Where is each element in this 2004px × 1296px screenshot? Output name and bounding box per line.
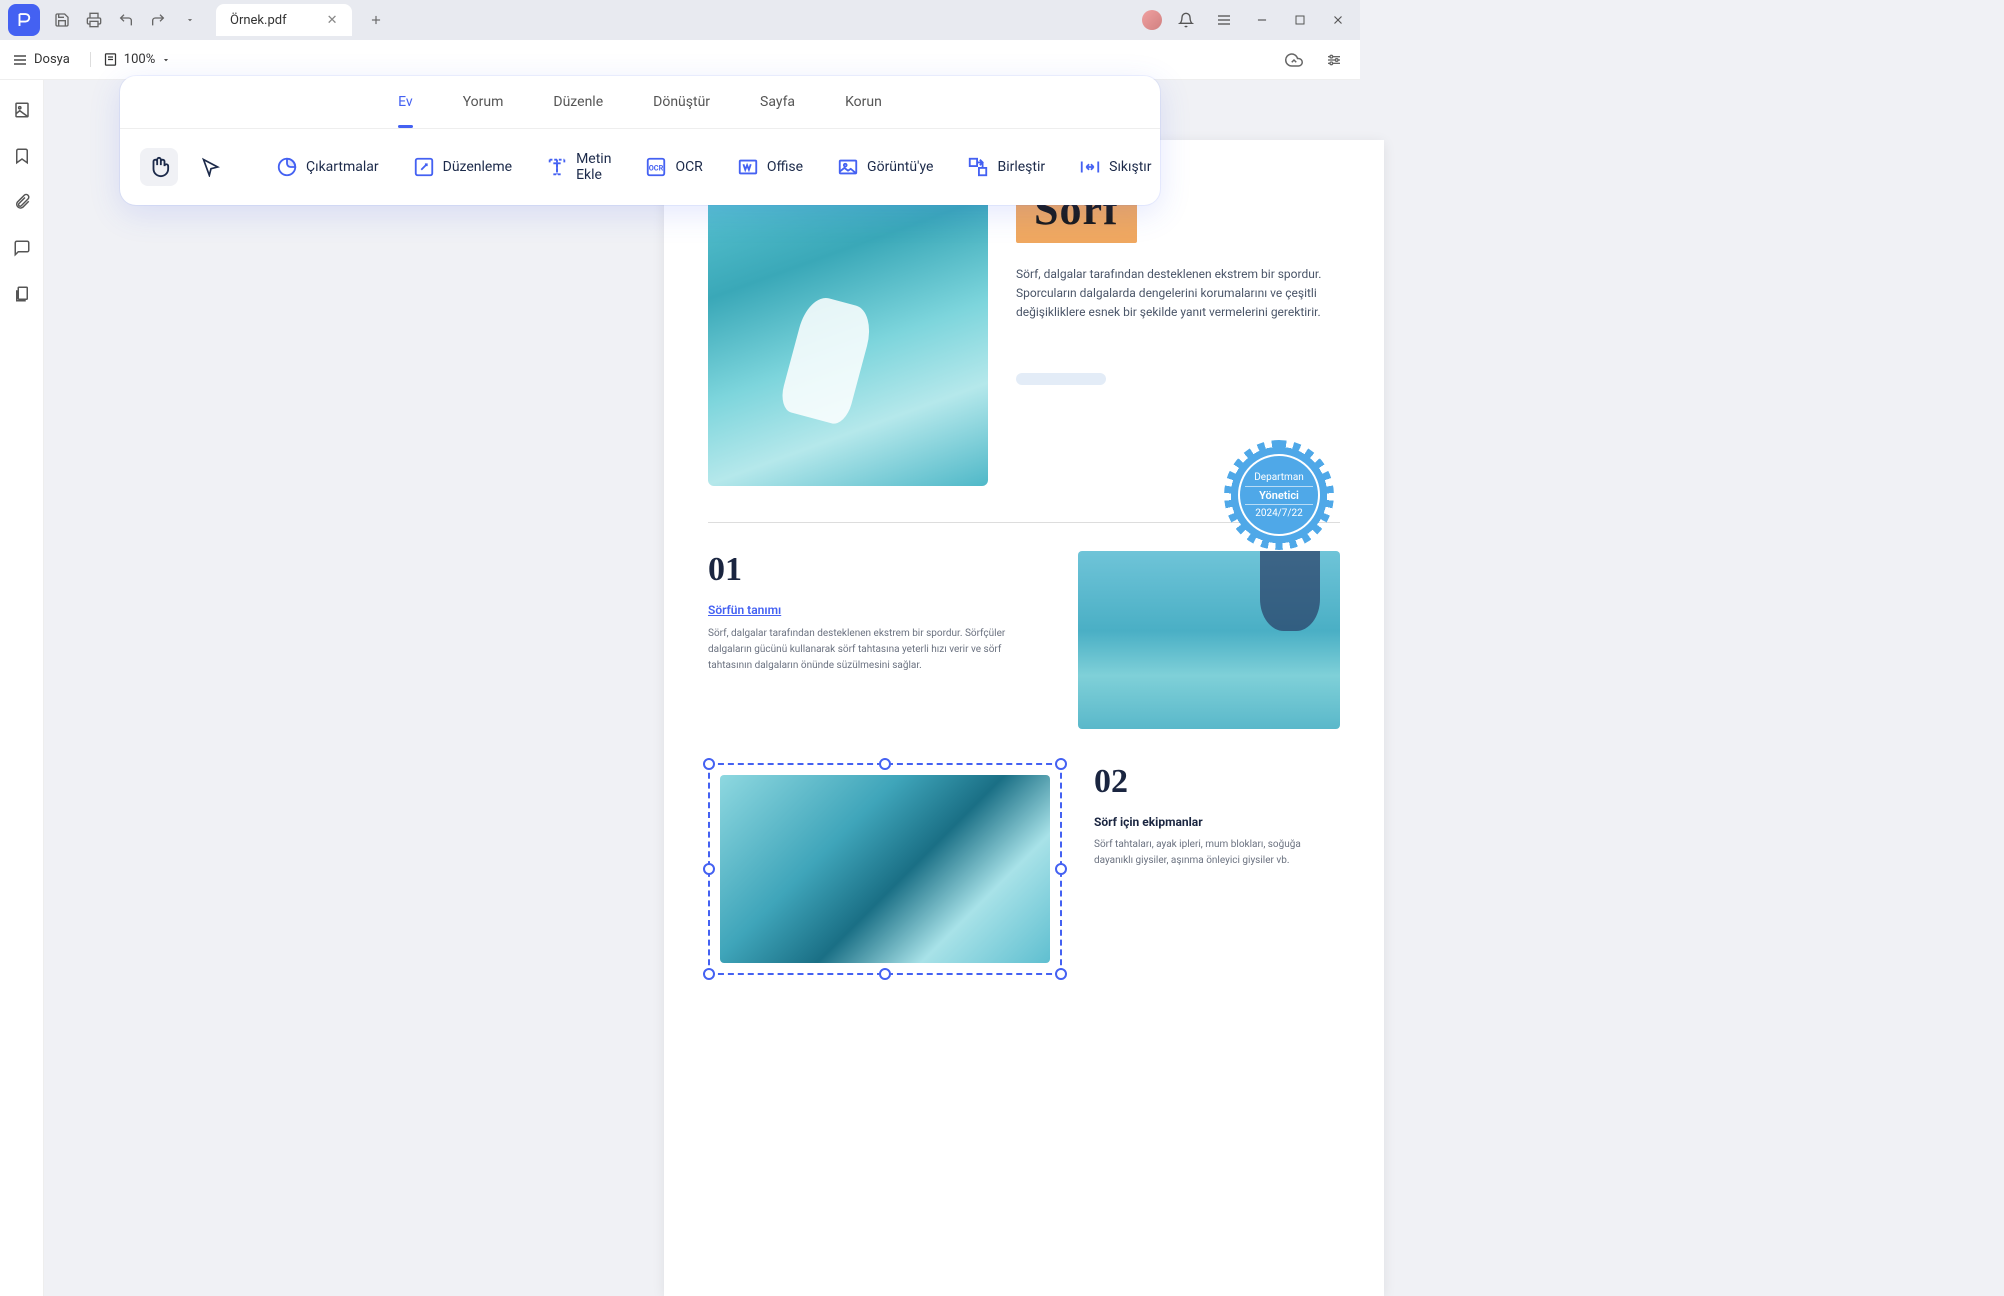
tool-label: Metin Ekle <box>576 151 611 183</box>
image-selection-box[interactable] <box>708 763 1062 975</box>
new-tab-button[interactable] <box>360 4 392 36</box>
redo-icon[interactable] <box>144 6 172 34</box>
compress-button[interactable]: Sıkıştır <box>1069 150 1161 184</box>
ribbon-tab-comment[interactable]: Yorum <box>463 94 504 114</box>
to-image-button[interactable]: Görüntü'ye <box>827 150 943 184</box>
section-subtitle[interactable]: Sörf için ekipmanlar <box>1094 815 1340 829</box>
cloud-sync-icon[interactable] <box>1280 46 1308 74</box>
resize-handle-tl[interactable] <box>703 758 715 770</box>
maximize-window-icon[interactable] <box>1286 6 1314 34</box>
signature-placeholder[interactable] <box>1016 373 1106 385</box>
ribbon-tabs: Ev Yorum Düzenle Dönüştür Sayfa Korun <box>120 76 1160 129</box>
stamp-top: Departman <box>1254 472 1304 483</box>
comments-icon[interactable] <box>8 234 36 262</box>
print-icon[interactable] <box>80 6 108 34</box>
tool-label: Görüntü'ye <box>867 159 933 175</box>
ribbon-panel: Ev Yorum Düzenle Dönüştür Sayfa Korun Çı… <box>120 76 1160 205</box>
tool-label: Offise <box>767 159 803 175</box>
minimize-window-icon[interactable] <box>1248 6 1276 34</box>
section-body[interactable]: Sörf tahtaları, ayak ipleri, mum bloklar… <box>1094 837 1340 869</box>
office-button[interactable]: Offise <box>727 150 813 184</box>
save-icon[interactable] <box>48 6 76 34</box>
tab-label: Örnek.pdf <box>230 13 287 28</box>
section-body[interactable]: Sörf, dalgalar tarafından desteklenen ek… <box>708 626 1008 674</box>
app-logo[interactable] <box>8 4 40 36</box>
tab-bar: Örnek.pdf ✕ <box>216 4 392 36</box>
section-link[interactable]: Sörfün tanımı <box>708 603 781 617</box>
pages-icon[interactable] <box>8 280 36 308</box>
attachments-icon[interactable] <box>8 188 36 216</box>
hamburger-menu-icon[interactable] <box>1210 6 1238 34</box>
pointer-tool-button[interactable] <box>192 148 230 186</box>
ocr-button[interactable]: OCR OCR <box>635 150 712 184</box>
svg-text:OCR: OCR <box>649 164 664 173</box>
side-rail <box>0 80 44 1296</box>
ribbon-tab-convert[interactable]: Dönüştür <box>653 94 710 114</box>
tool-label: Birleştir <box>997 159 1045 175</box>
resize-handle-mr[interactable] <box>1055 863 1067 875</box>
hero-image[interactable] <box>708 176 988 486</box>
section-number[interactable]: 01 <box>708 551 1046 589</box>
stamp-mid: Yönetici <box>1245 486 1313 505</box>
section2-image[interactable] <box>720 775 1050 963</box>
resize-handle-bm[interactable] <box>879 968 891 980</box>
stamp-seal[interactable]: Departman Yönetici 2024/7/22 <box>1224 440 1334 550</box>
menu-row: Dosya 100% Ev Yorum Düzenle Dönüştür Say… <box>0 40 1360 80</box>
add-text-button[interactable]: Metin Ekle <box>536 145 621 189</box>
ribbon-tab-page[interactable]: Sayfa <box>760 94 795 114</box>
close-window-icon[interactable] <box>1324 6 1352 34</box>
document-page[interactable]: Sörf Sörf, dalgalar tarafından desteklen… <box>664 140 1384 1296</box>
tool-label: Sıkıştır <box>1109 159 1151 175</box>
ribbon-tools: Çıkartmalar Düzenleme Metin Ekle OCR OCR… <box>120 129 1160 205</box>
resize-handle-br[interactable] <box>1055 968 1067 980</box>
resize-handle-tr[interactable] <box>1055 758 1067 770</box>
workspace: Sörf Sörf, dalgalar tarafından desteklen… <box>0 80 2004 1296</box>
resize-handle-tm[interactable] <box>879 758 891 770</box>
editing-button[interactable]: Düzenleme <box>403 150 522 184</box>
file-menu-label: Dosya <box>34 52 70 67</box>
notifications-icon[interactable] <box>1172 6 1200 34</box>
tool-label: OCR <box>675 159 702 175</box>
stickers-button[interactable]: Çıkartmalar <box>266 150 389 184</box>
hero-text[interactable]: Sörf, dalgalar tarafından desteklenen ek… <box>1016 265 1340 323</box>
tool-label: Düzenleme <box>443 159 512 175</box>
document-tab[interactable]: Örnek.pdf ✕ <box>216 4 352 36</box>
user-avatar[interactable] <box>1142 10 1162 30</box>
section-number[interactable]: 02 <box>1094 763 1340 801</box>
undo-icon[interactable] <box>112 6 140 34</box>
stamp-bottom: 2024/7/22 <box>1255 508 1303 519</box>
zoom-indicator[interactable]: 100% <box>90 52 171 67</box>
section1-image[interactable] <box>1078 551 1340 729</box>
resize-handle-ml[interactable] <box>703 863 715 875</box>
zoom-value: 100% <box>124 52 155 67</box>
canvas-area[interactable]: Sörf Sörf, dalgalar tarafından desteklen… <box>44 80 2004 1296</box>
hand-tool-button[interactable] <box>140 148 178 186</box>
ribbon-tab-edit[interactable]: Düzenle <box>553 94 603 114</box>
settings-stack-icon[interactable] <box>1320 46 1348 74</box>
merge-button[interactable]: Birleştir <box>957 150 1055 184</box>
close-tab-icon[interactable]: ✕ <box>327 13 338 28</box>
thumbnails-icon[interactable] <box>8 96 36 124</box>
tool-label: Çıkartmalar <box>306 159 379 175</box>
ribbon-tab-home[interactable]: Ev <box>398 94 413 114</box>
resize-handle-bl[interactable] <box>703 968 715 980</box>
more-dropdown-icon[interactable] <box>176 6 204 34</box>
titlebar: Örnek.pdf ✕ <box>0 0 1360 40</box>
bookmarks-icon[interactable] <box>8 142 36 170</box>
file-menu[interactable]: Dosya <box>12 52 70 68</box>
ribbon-tab-protect[interactable]: Korun <box>845 94 882 114</box>
